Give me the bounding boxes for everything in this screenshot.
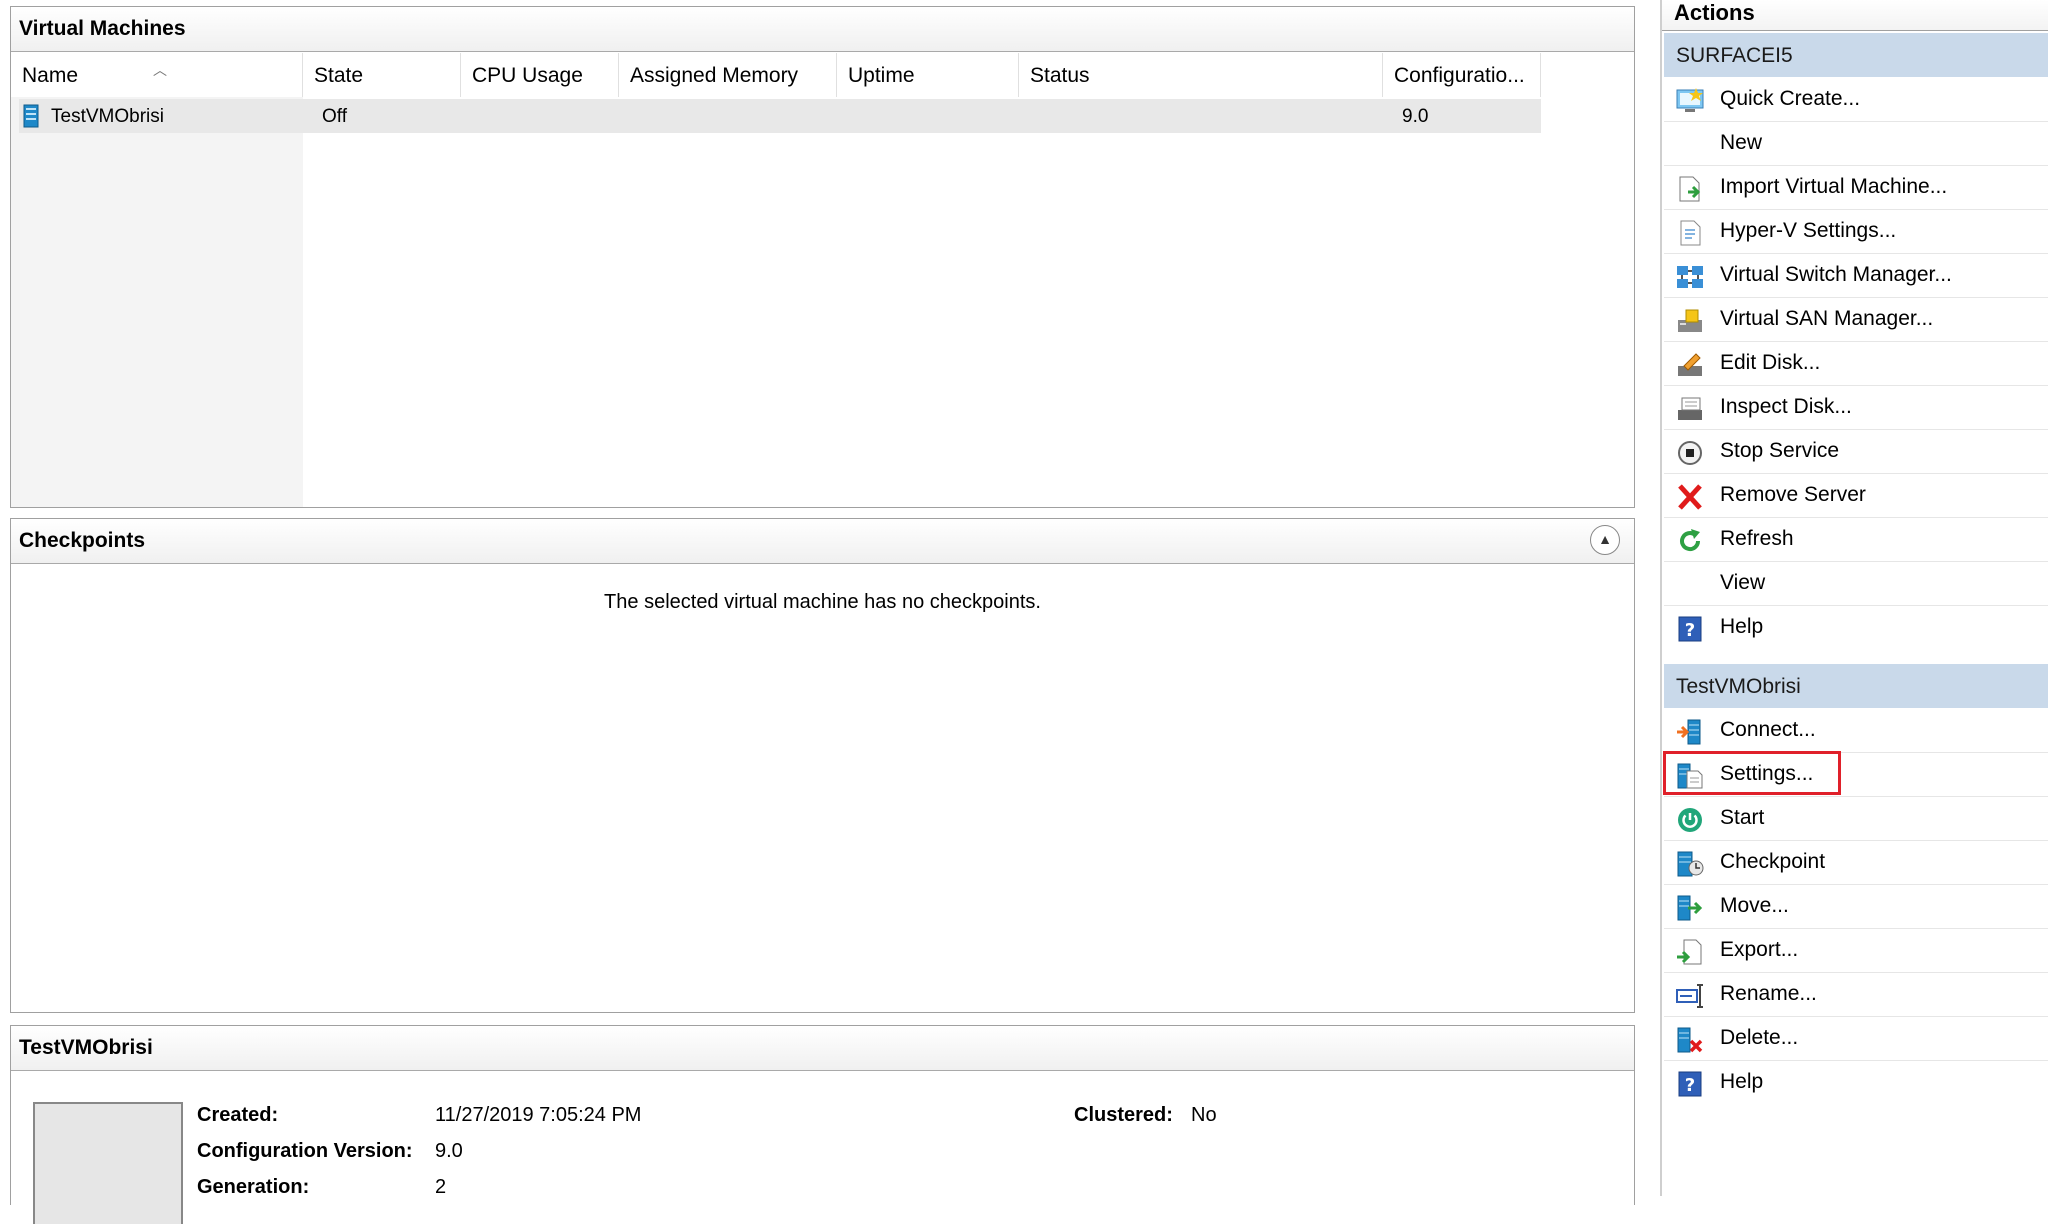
edit-disk-icon bbox=[1676, 350, 1704, 376]
connect-icon bbox=[1676, 717, 1704, 745]
virtual-machines-panel: Virtual Machines ︿ Name State CPU Usage … bbox=[10, 6, 1635, 508]
clustered-value: No bbox=[1191, 1104, 1217, 1126]
move-icon bbox=[1676, 893, 1704, 921]
help-icon: ? bbox=[1676, 1069, 1704, 1097]
configuration-version-value: 9.0 bbox=[435, 1140, 463, 1162]
action-hyperv-settings[interactable]: Hyper-V Settings... bbox=[1664, 209, 2048, 254]
help-icon: ? bbox=[1676, 614, 1704, 642]
column-cpu-usage[interactable]: CPU Usage bbox=[461, 53, 619, 97]
action-inspect-disk[interactable]: Inspect Disk... bbox=[1664, 385, 2048, 430]
action-new[interactable]: New bbox=[1664, 121, 2048, 166]
vm-icon bbox=[23, 104, 39, 138]
action-quick-create[interactable]: Quick Create... bbox=[1664, 77, 2048, 122]
checkpoints-title: Checkpoints ▲ bbox=[11, 519, 1634, 564]
export-icon bbox=[1676, 937, 1704, 965]
action-checkpoint[interactable]: Checkpoint bbox=[1664, 840, 2048, 885]
action-view[interactable]: View bbox=[1664, 561, 2048, 606]
action-move[interactable]: Move... bbox=[1664, 884, 2048, 929]
column-uptime[interactable]: Uptime bbox=[837, 53, 1019, 97]
vm-group-header[interactable]: TestVMObrisi bbox=[1664, 664, 2048, 708]
action-rename[interactable]: Rename... bbox=[1664, 972, 2048, 1017]
virtual-machines-title: Virtual Machines bbox=[11, 7, 1634, 52]
created-value: 11/27/2019 7:05:24 PM bbox=[435, 1104, 642, 1126]
action-connect[interactable]: Connect... bbox=[1664, 708, 2048, 753]
column-configuration-version[interactable]: Configuratio... bbox=[1383, 53, 1541, 97]
sort-ascending-icon: ︿ bbox=[153, 62, 167, 78]
action-remove-server[interactable]: Remove Server bbox=[1664, 473, 2048, 518]
refresh-icon bbox=[1676, 526, 1704, 552]
import-icon bbox=[1676, 174, 1704, 202]
column-name[interactable]: ︿ Name bbox=[11, 53, 303, 97]
delete-icon bbox=[1676, 1025, 1704, 1053]
column-state[interactable]: State bbox=[303, 53, 461, 97]
clustered-label: Clustered: bbox=[1074, 1104, 1173, 1126]
action-virtual-switch-manager[interactable]: Virtual Switch Manager... bbox=[1664, 253, 2048, 298]
action-edit-disk[interactable]: Edit Disk... bbox=[1664, 341, 2048, 386]
switch-manager-icon bbox=[1676, 262, 1704, 288]
action-stop-service[interactable]: Stop Service bbox=[1664, 429, 2048, 474]
rename-icon bbox=[1676, 981, 1704, 1008]
checkpoint-icon bbox=[1676, 849, 1704, 877]
checkpoints-panel: Checkpoints ▲ The selected virtual machi… bbox=[10, 518, 1635, 1013]
action-help-server[interactable]: ? Help bbox=[1664, 605, 2048, 649]
table-row[interactable]: TestVMObrisi Off 9.0 bbox=[19, 99, 1541, 133]
vm-name: TestVMObrisi bbox=[51, 106, 164, 127]
vm-details-panel: TestVMObrisi Created: 11/27/2019 7:05:24… bbox=[10, 1025, 1635, 1224]
no-checkpoints-message: The selected virtual machine has no chec… bbox=[604, 591, 1041, 613]
column-headers: ︿ Name State CPU Usage Assigned Memory U… bbox=[11, 53, 1541, 97]
server-group-header[interactable]: SURFACEI5 bbox=[1664, 33, 2048, 77]
action-import-virtual-machine[interactable]: Import Virtual Machine... bbox=[1664, 165, 2048, 210]
column-status[interactable]: Status bbox=[1019, 53, 1383, 97]
vm-state: Off bbox=[322, 106, 347, 127]
remove-icon bbox=[1676, 482, 1704, 510]
action-help-vm[interactable]: ? Help bbox=[1664, 1060, 2048, 1104]
action-delete[interactable]: Delete... bbox=[1664, 1016, 2048, 1061]
actions-title: Actions bbox=[1662, 0, 2048, 31]
configuration-version-label: Configuration Version: bbox=[197, 1140, 413, 1162]
action-start[interactable]: Start bbox=[1664, 796, 2048, 841]
actions-pane: Actions SURFACEI5 Quick Create... New Im… bbox=[1662, 0, 2048, 1196]
column-assigned-memory[interactable]: Assigned Memory bbox=[619, 53, 837, 97]
settings-highlight-box bbox=[1663, 751, 1841, 795]
action-refresh[interactable]: Refresh bbox=[1664, 517, 2048, 562]
san-manager-icon bbox=[1676, 306, 1704, 332]
vm-config-version: 9.0 bbox=[1402, 106, 1429, 127]
svg-text:?: ? bbox=[1685, 1075, 1695, 1096]
stop-icon bbox=[1676, 438, 1704, 465]
inspect-disk-icon bbox=[1676, 394, 1704, 420]
collapse-icon[interactable]: ▲ bbox=[1590, 525, 1620, 555]
start-icon bbox=[1676, 805, 1704, 832]
action-export[interactable]: Export... bbox=[1664, 928, 2048, 973]
quick-create-icon bbox=[1676, 86, 1704, 112]
vm-list: ︿ Name State CPU Usage Assigned Memory U… bbox=[11, 53, 1634, 507]
svg-text:?: ? bbox=[1685, 620, 1695, 641]
hyperv-settings-icon bbox=[1676, 218, 1704, 246]
created-label: Created: bbox=[197, 1104, 279, 1126]
vm-details-title: TestVMObrisi bbox=[11, 1026, 1634, 1071]
vm-thumbnail bbox=[33, 1102, 183, 1224]
action-virtual-san-manager[interactable]: Virtual SAN Manager... bbox=[1664, 297, 2048, 342]
